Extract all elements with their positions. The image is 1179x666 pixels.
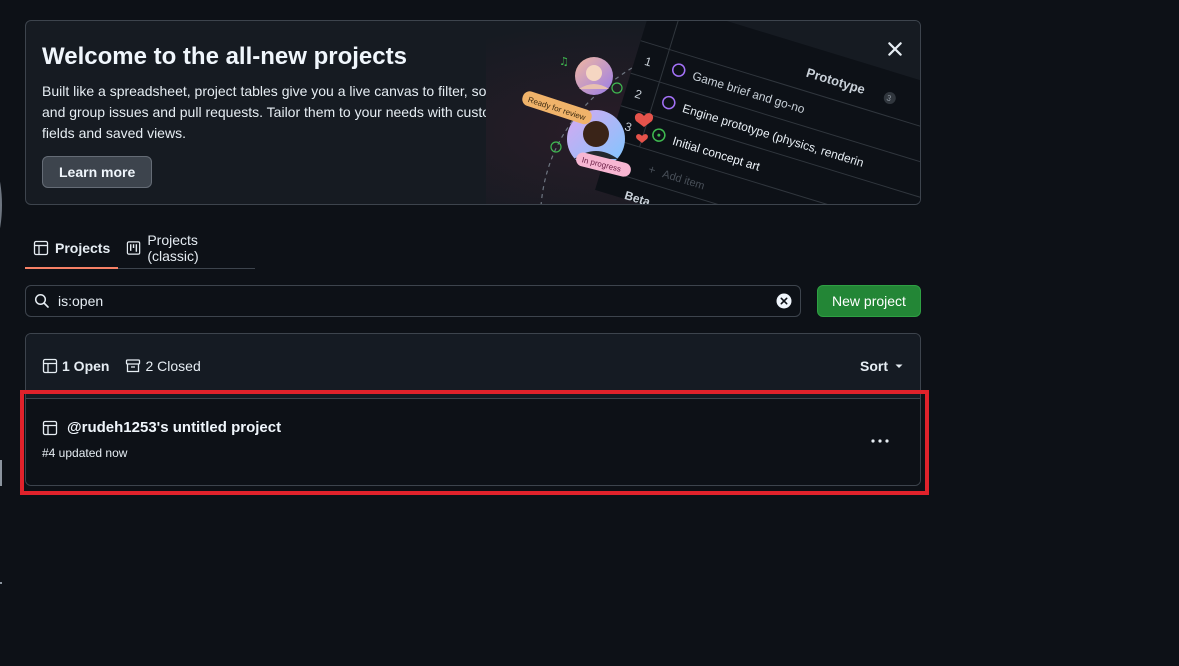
search-input[interactable]: is:open — [25, 285, 801, 317]
banner-text: Welcome to the all-new projects Built li… — [42, 43, 502, 144]
table-icon — [42, 420, 58, 435]
edge-artifact — [0, 582, 2, 584]
open-filter[interactable]: 1 Open — [42, 358, 109, 374]
clear-search-icon[interactable] — [776, 293, 792, 309]
project-meta: #4 updated now — [42, 446, 128, 460]
table-icon — [42, 358, 58, 374]
svg-text:♫: ♫ — [559, 55, 569, 68]
close-icon[interactable] — [885, 39, 905, 59]
learn-more-button[interactable]: Learn more — [42, 156, 153, 188]
projects-page: Welcome to the all-new projects Built li… — [0, 0, 1179, 666]
banner-title: Welcome to the all-new projects — [42, 43, 407, 70]
edge-artifact — [0, 150, 2, 260]
welcome-banner: Welcome to the all-new projects Built li… — [25, 20, 921, 205]
project-title-link[interactable]: @rudeh1253's untitled project — [67, 419, 281, 436]
tab-projects[interactable]: Projects — [25, 228, 119, 269]
list-item[interactable]: @rudeh1253's untitled project #4 updated… — [26, 399, 920, 485]
open-filter-label: 1 Open — [62, 358, 110, 374]
kebab-menu-icon[interactable] — [870, 433, 890, 449]
sort-label: Sort — [860, 358, 888, 374]
search-value: is:open — [58, 293, 104, 309]
project-list: 1 Open 2 Closed Sort @rudeh1253's untitl… — [25, 333, 921, 486]
closed-filter-label: 2 Closed — [145, 358, 201, 374]
project-tabs: Projects Projects (classic) — [25, 228, 255, 269]
new-project-button[interactable]: New project — [817, 285, 921, 317]
table-icon — [33, 240, 49, 256]
tab-projects-label: Projects — [55, 240, 111, 256]
banner-illustration: Prototype 3 1 Game brief and go-no 2 Eng… — [486, 21, 920, 204]
banner-description: Built like a spreadsheet, project tables… — [42, 83, 502, 141]
caret-down-icon — [895, 364, 903, 368]
list-header: 1 Open 2 Closed Sort — [26, 334, 920, 399]
project-board-icon — [127, 241, 141, 255]
archive-icon — [126, 359, 141, 373]
project-title-group: @rudeh1253's untitled project — [42, 419, 281, 436]
edge-artifact — [0, 460, 2, 486]
search-icon — [34, 293, 49, 308]
sort-dropdown[interactable]: Sort — [860, 358, 904, 374]
tab-projects-classic[interactable]: Projects (classic) — [118, 228, 255, 268]
closed-filter[interactable]: 2 Closed — [125, 358, 201, 374]
tab-projects-classic-label: Projects (classic) — [147, 232, 199, 264]
